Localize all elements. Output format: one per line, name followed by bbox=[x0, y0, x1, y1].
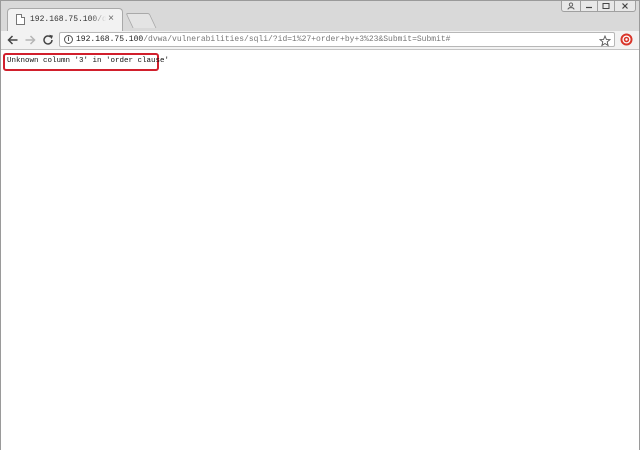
close-icon[interactable] bbox=[614, 1, 636, 12]
browser-toolbar: i 192.168.75.100/dvwa/vulnerabilities/sq… bbox=[1, 31, 639, 50]
minimize-icon[interactable] bbox=[580, 1, 598, 12]
site-info-icon[interactable]: i bbox=[64, 35, 73, 44]
extension-icon[interactable] bbox=[620, 33, 633, 46]
star-icon[interactable] bbox=[598, 34, 612, 47]
tab-strip: 192.168.75.100/dvwa/vu × bbox=[1, 1, 639, 32]
browser-window: 192.168.75.100/dvwa/vu × bbox=[0, 0, 640, 450]
reload-icon[interactable] bbox=[41, 33, 55, 47]
url-text[interactable]: 192.168.75.100/dvwa/vulnerabilities/sqli… bbox=[76, 34, 450, 46]
maximize-icon[interactable] bbox=[597, 1, 615, 12]
sql-error-message: Unknown column '3' in 'order clause' bbox=[7, 57, 170, 65]
url-host: 192.168.75.100 bbox=[76, 35, 144, 44]
forward-arrow-icon[interactable] bbox=[23, 33, 37, 47]
browser-tab[interactable]: 192.168.75.100/dvwa/vu × bbox=[7, 8, 123, 32]
url-path: /dvwa/vulnerabilities/sqli/?id=1%27+orde… bbox=[143, 35, 451, 44]
new-tab-button[interactable] bbox=[125, 13, 157, 28]
page-content bbox=[1, 50, 639, 450]
tab-title: 192.168.75.100/dvwa/vu bbox=[30, 15, 106, 24]
address-bar[interactable]: i 192.168.75.100/dvwa/vulnerabilities/sq… bbox=[59, 32, 615, 47]
tab-close-icon[interactable]: × bbox=[105, 13, 117, 25]
user-icon[interactable] bbox=[561, 1, 581, 12]
back-arrow-icon[interactable] bbox=[6, 33, 20, 47]
page-icon bbox=[16, 14, 25, 25]
